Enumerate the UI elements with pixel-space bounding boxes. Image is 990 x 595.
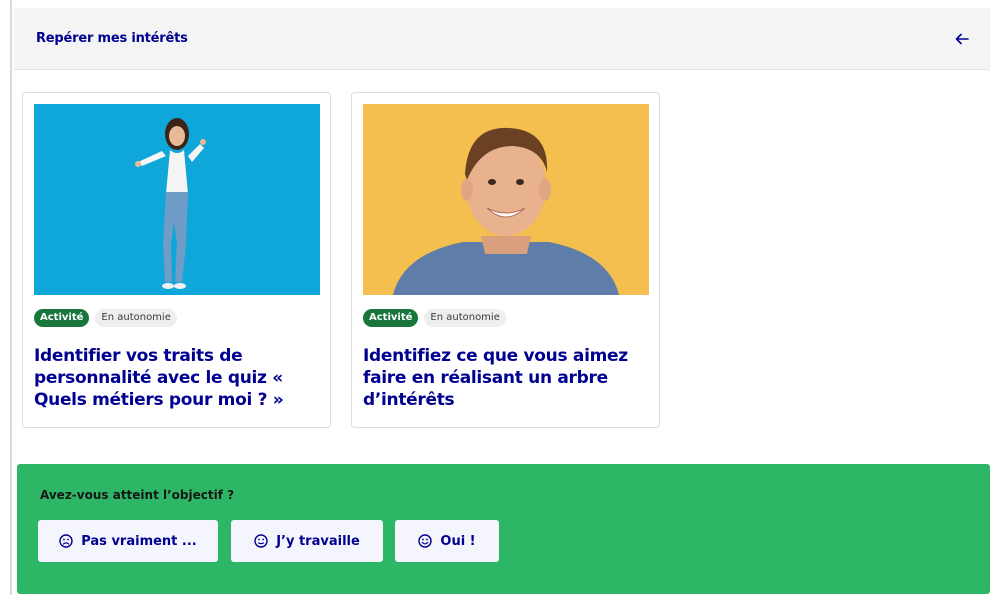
feedback-yes-button[interactable]: Oui ! — [395, 520, 499, 562]
badge-activity: Activité — [363, 309, 419, 327]
feedback-option-label: Oui ! — [440, 533, 476, 549]
card-badges: Activité En autonomie — [363, 309, 506, 327]
feedback-question: Avez-vous atteint l’objectif ? — [40, 488, 235, 502]
sad-face-icon — [59, 534, 73, 548]
badge-autonomy: En autonomie — [424, 309, 506, 327]
badge-autonomy: En autonomie — [95, 309, 177, 327]
feedback-option-label: J’y travaille — [276, 533, 360, 549]
feedback-option-label: Pas vraiment ... — [81, 533, 197, 549]
card-title[interactable]: Identifier vos traits de personnalité av… — [34, 345, 320, 411]
arrow-left-icon — [955, 33, 969, 44]
happy-face-icon — [418, 534, 433, 548]
card-title[interactable]: Identifiez ce que vous aimez faire en ré… — [363, 345, 649, 411]
card-image-boy — [363, 104, 649, 295]
objective-feedback-panel: Avez-vous atteint l’objectif ? Pas vraim… — [17, 464, 990, 594]
feedback-not-really-button[interactable]: Pas vraiment ... — [38, 520, 218, 562]
back-button[interactable] — [948, 25, 976, 53]
left-border — [10, 0, 12, 595]
neutral-face-icon — [254, 534, 268, 548]
activity-card-interest-tree[interactable]: Activité En autonomie Identifiez ce que … — [351, 92, 660, 428]
page-header: Repérer mes intérêts — [14, 8, 990, 70]
feedback-working-on-it-button[interactable]: J’y travaille — [231, 520, 383, 562]
card-image-girl — [34, 104, 320, 295]
page-title: Repérer mes intérêts — [36, 31, 188, 46]
badge-activity: Activité — [34, 309, 90, 327]
activity-card-personality-quiz[interactable]: Activité En autonomie Identifier vos tra… — [22, 92, 331, 428]
card-badges: Activité En autonomie — [34, 309, 177, 327]
